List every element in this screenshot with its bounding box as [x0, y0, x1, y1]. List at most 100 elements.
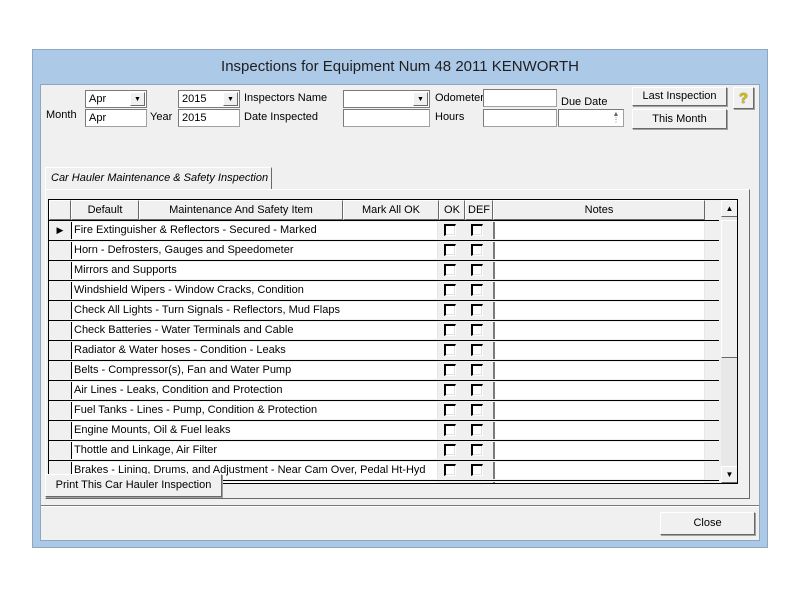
scroll-thumb[interactable] — [721, 220, 737, 358]
scroll-down-button[interactable]: ▼ — [721, 466, 737, 483]
row-selector[interactable] — [49, 401, 71, 420]
notes-input[interactable] — [493, 342, 705, 359]
row-selector[interactable] — [49, 341, 71, 360]
chevron-down-icon[interactable]: ▼ — [223, 92, 238, 106]
table-row[interactable]: Check All Lights - Turn Signals - Reflec… — [49, 300, 719, 320]
month-combo[interactable]: Apr ▼ — [85, 90, 147, 108]
inspection-item-text[interactable]: Fuel Tanks - Lines - Pump, Condition & P… — [71, 402, 438, 419]
notes-input[interactable] — [493, 482, 705, 483]
vertical-scrollbar[interactable]: ▲ ▼ — [721, 200, 737, 483]
ok-checkbox[interactable] — [444, 284, 456, 296]
def-checkbox[interactable] — [471, 424, 483, 436]
notes-input[interactable] — [493, 362, 705, 379]
chevron-down-icon[interactable]: ▼ — [413, 92, 428, 106]
ok-checkbox[interactable] — [444, 344, 456, 356]
inspection-item-text[interactable]: Air Lines - Leaks, Condition and Protect… — [71, 382, 438, 399]
table-row[interactable]: Mirrors and Supports — [49, 260, 719, 280]
row-selector[interactable] — [49, 421, 71, 440]
def-checkbox[interactable] — [471, 304, 483, 316]
odometer-input[interactable] — [483, 89, 557, 107]
notes-input[interactable] — [493, 222, 705, 239]
notes-input[interactable] — [493, 442, 705, 459]
ok-checkbox[interactable] — [444, 444, 456, 456]
hours-input[interactable] — [483, 109, 557, 127]
def-checkbox[interactable] — [471, 464, 483, 476]
row-selector[interactable] — [49, 241, 71, 260]
year-combo[interactable]: 2015 ▼ — [178, 90, 240, 108]
def-checkbox[interactable] — [471, 264, 483, 276]
table-row[interactable]: Fuel Tanks - Lines - Pump, Condition & P… — [49, 400, 719, 420]
def-checkbox[interactable] — [471, 244, 483, 256]
this-month-button[interactable]: This Month — [632, 109, 727, 129]
table-row[interactable]: Horn - Defrosters, Gauges and Speedomete… — [49, 240, 719, 260]
table-row[interactable]: Engine Mounts, Oil & Fuel leaks — [49, 420, 719, 440]
inspection-item-text[interactable]: Fire Extinguisher & Reflectors - Secured… — [71, 222, 438, 239]
inspection-item-text[interactable]: Mirrors and Supports — [71, 262, 438, 279]
ok-checkbox[interactable] — [444, 384, 456, 396]
inspection-item-text[interactable]: Windshield Wipers - Window Cracks, Condi… — [71, 282, 438, 299]
notes-input[interactable] — [493, 422, 705, 439]
ok-checkbox[interactable] — [444, 324, 456, 336]
def-checkbox[interactable] — [471, 324, 483, 336]
notes-input[interactable] — [493, 462, 705, 479]
table-row[interactable]: Belts - Compressor(s), Fan and Water Pum… — [49, 360, 719, 380]
ok-checkbox[interactable] — [444, 244, 456, 256]
def-checkbox[interactable] — [471, 404, 483, 416]
row-selector[interactable] — [49, 261, 71, 280]
table-row[interactable]: ▶ Fire Extinguisher & Reflectors - Secure… — [49, 220, 719, 240]
table-row[interactable]: Radiator & Water hoses - Condition - Lea… — [49, 340, 719, 360]
notes-input[interactable] — [493, 382, 705, 399]
table-row[interactable]: Check Batteries - Water Terminals and Ca… — [49, 320, 719, 340]
column-header-notes[interactable]: Notes — [493, 200, 705, 220]
ok-checkbox[interactable] — [444, 424, 456, 436]
inspection-item-text[interactable]: Thottle and Linkage, Air Filter — [71, 442, 438, 459]
notes-input[interactable] — [493, 402, 705, 419]
month-input[interactable]: Apr — [85, 109, 147, 127]
row-selector[interactable] — [49, 321, 71, 340]
ok-checkbox[interactable] — [444, 224, 456, 236]
help-button[interactable]: ? — [733, 87, 754, 109]
table-row[interactable]: Thottle and Linkage, Air Filter — [49, 440, 719, 460]
notes-input[interactable] — [493, 302, 705, 319]
inspectors-name-combo[interactable]: ▼ — [343, 90, 430, 108]
column-header-def[interactable]: DEF — [465, 200, 493, 220]
notes-input[interactable] — [493, 262, 705, 279]
notes-input[interactable] — [493, 322, 705, 339]
row-selector[interactable] — [49, 301, 71, 320]
row-selector[interactable]: ▶ — [49, 221, 71, 240]
scroll-up-button[interactable]: ▲ — [721, 200, 737, 217]
inspection-item-text[interactable]: Check Batteries - Water Terminals and Ca… — [71, 322, 438, 339]
def-checkbox[interactable] — [471, 224, 483, 236]
inspection-item-text[interactable]: Horn - Defrosters, Gauges and Speedomete… — [71, 242, 438, 259]
def-checkbox[interactable] — [471, 364, 483, 376]
ok-checkbox[interactable] — [444, 464, 456, 476]
inspection-item-text[interactable]: Belts - Compressor(s), Fan and Water Pum… — [71, 362, 438, 379]
inspection-item-text[interactable]: Engine Mounts, Oil & Fuel leaks — [71, 422, 438, 439]
column-header-item[interactable]: Maintenance And Safety Item — [139, 200, 343, 220]
tab-car-hauler-inspection[interactable]: Car Hauler Maintenance & Safety Inspecti… — [45, 167, 272, 189]
def-checkbox[interactable] — [471, 384, 483, 396]
chevron-down-icon[interactable]: ▼ — [130, 92, 145, 106]
row-selector[interactable] — [49, 361, 71, 380]
ok-checkbox[interactable] — [444, 304, 456, 316]
row-selector[interactable] — [49, 281, 71, 300]
year-input[interactable]: 2015 — [178, 109, 240, 127]
mark-all-ok-button[interactable]: Mark All OK — [343, 200, 439, 220]
column-header-ok[interactable]: OK — [439, 200, 465, 220]
table-row[interactable]: Air Lines - Leaks, Condition and Protect… — [49, 380, 719, 400]
column-header-default[interactable]: Default — [71, 200, 139, 220]
ok-checkbox[interactable] — [444, 404, 456, 416]
row-selector[interactable] — [49, 381, 71, 400]
notes-input[interactable] — [493, 242, 705, 259]
def-checkbox[interactable] — [471, 284, 483, 296]
ok-checkbox[interactable] — [444, 364, 456, 376]
def-checkbox[interactable] — [471, 444, 483, 456]
ok-checkbox[interactable] — [444, 264, 456, 276]
table-row[interactable]: Windshield Wipers - Window Cracks, Condi… — [49, 280, 719, 300]
spinner-icon[interactable]: ▲ ⋮ — [611, 111, 621, 125]
notes-input[interactable] — [493, 282, 705, 299]
close-button[interactable]: Close — [660, 512, 755, 535]
print-inspection-button[interactable]: Print This Car Hauler Inspection — [45, 474, 222, 497]
row-selector[interactable] — [49, 441, 71, 460]
inspection-item-text[interactable]: Check All Lights - Turn Signals - Reflec… — [71, 302, 438, 319]
